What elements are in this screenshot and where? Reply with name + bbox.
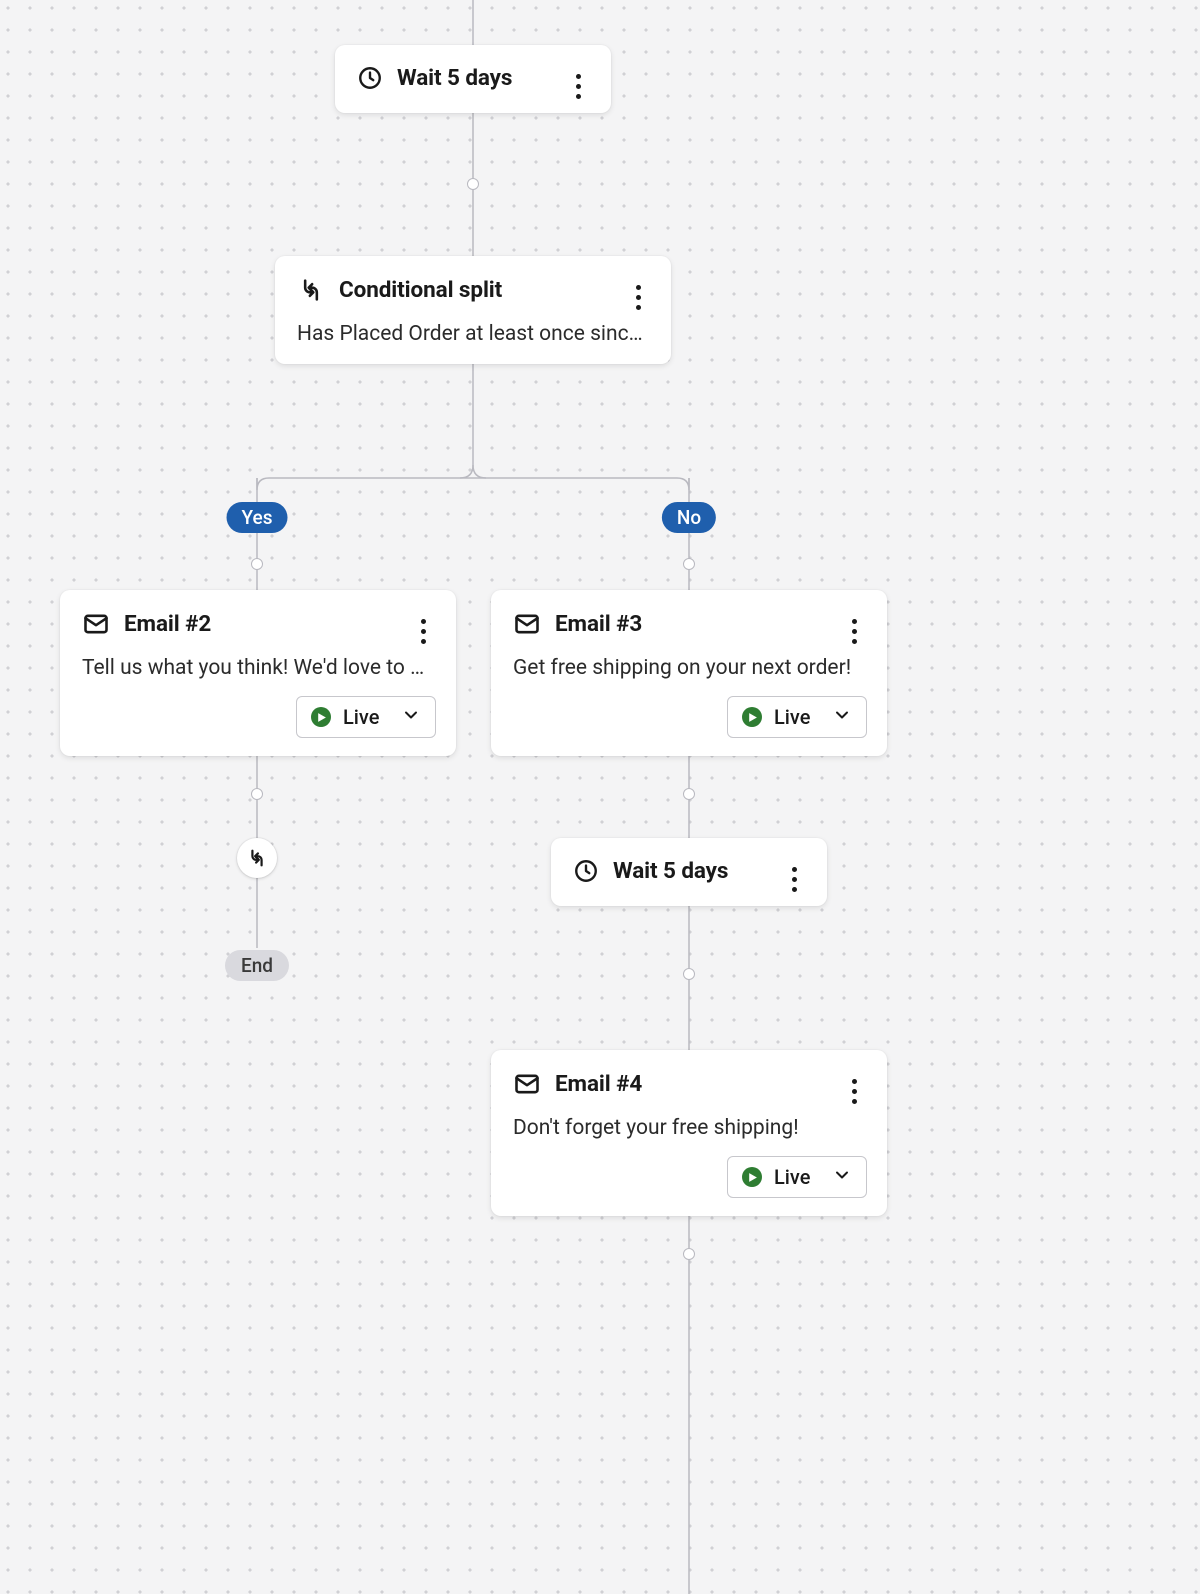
- chevron-down-icon: [832, 705, 852, 729]
- status-label: Live: [774, 1165, 810, 1189]
- branch-return-node[interactable]: [237, 838, 277, 878]
- node-menu-button[interactable]: [841, 612, 867, 650]
- play-icon: [311, 707, 331, 727]
- node-menu-button[interactable]: [625, 278, 651, 316]
- email-node-2[interactable]: Email #2 Tell us what you think! We'd lo…: [60, 590, 456, 756]
- email-node-title: Email #4: [555, 1071, 642, 1097]
- end-node: End: [225, 950, 289, 981]
- node-menu-button[interactable]: [841, 1072, 867, 1110]
- clock-icon: [573, 858, 599, 884]
- status-dropdown[interactable]: Live: [727, 696, 867, 738]
- wait-node-2[interactable]: Wait 5 days: [551, 838, 827, 906]
- email-node-4[interactable]: Email #4 Don't forget your free shipping…: [491, 1050, 887, 1216]
- status-label: Live: [343, 705, 379, 729]
- branch-no-pill: No: [662, 502, 716, 533]
- chevron-down-icon: [401, 705, 421, 729]
- node-menu-button[interactable]: [781, 860, 807, 898]
- flow-canvas: Wait 5 days Conditional split Has Placed…: [0, 0, 1200, 1594]
- split-arrows-icon: [246, 847, 268, 869]
- connector-dot: [683, 1248, 695, 1260]
- node-menu-button[interactable]: [565, 67, 591, 105]
- email-node-desc: Don't forget your free shipping!: [513, 1116, 865, 1140]
- email-node-desc: Tell us what you think! We'd love to hea…: [82, 656, 434, 680]
- status-dropdown[interactable]: Live: [296, 696, 436, 738]
- wait-node-label: Wait 5 days: [397, 65, 512, 91]
- connector-dot: [683, 968, 695, 980]
- email-node-title: Email #2: [124, 611, 211, 637]
- wait-node-label: Wait 5 days: [613, 858, 728, 884]
- email-node-desc: Get free shipping on your next order!: [513, 656, 865, 680]
- conditional-split-node[interactable]: Conditional split Has Placed Order at le…: [275, 256, 671, 364]
- chevron-down-icon: [832, 1165, 852, 1189]
- status-label: Live: [774, 705, 810, 729]
- connector-dot: [683, 788, 695, 800]
- status-dropdown[interactable]: Live: [727, 1156, 867, 1198]
- split-node-desc: Has Placed Order at least once since sta…: [297, 322, 649, 346]
- email-node-title: Email #3: [555, 611, 642, 637]
- split-arrows-icon: [297, 276, 325, 304]
- mail-icon: [82, 610, 110, 638]
- play-icon: [742, 707, 762, 727]
- play-icon: [742, 1167, 762, 1187]
- branch-yes-pill: Yes: [227, 502, 288, 533]
- email-node-3[interactable]: Email #3 Get free shipping on your next …: [491, 590, 887, 756]
- mail-icon: [513, 610, 541, 638]
- connector-dot: [683, 558, 695, 570]
- split-node-title: Conditional split: [339, 277, 502, 303]
- clock-icon: [357, 65, 383, 91]
- node-menu-button[interactable]: [410, 612, 436, 650]
- connector-dot: [251, 558, 263, 570]
- mail-icon: [513, 1070, 541, 1098]
- wait-node-1[interactable]: Wait 5 days: [335, 45, 611, 113]
- connector-dot: [251, 788, 263, 800]
- connector-dot: [467, 178, 479, 190]
- connector-layer: [0, 0, 1200, 1594]
